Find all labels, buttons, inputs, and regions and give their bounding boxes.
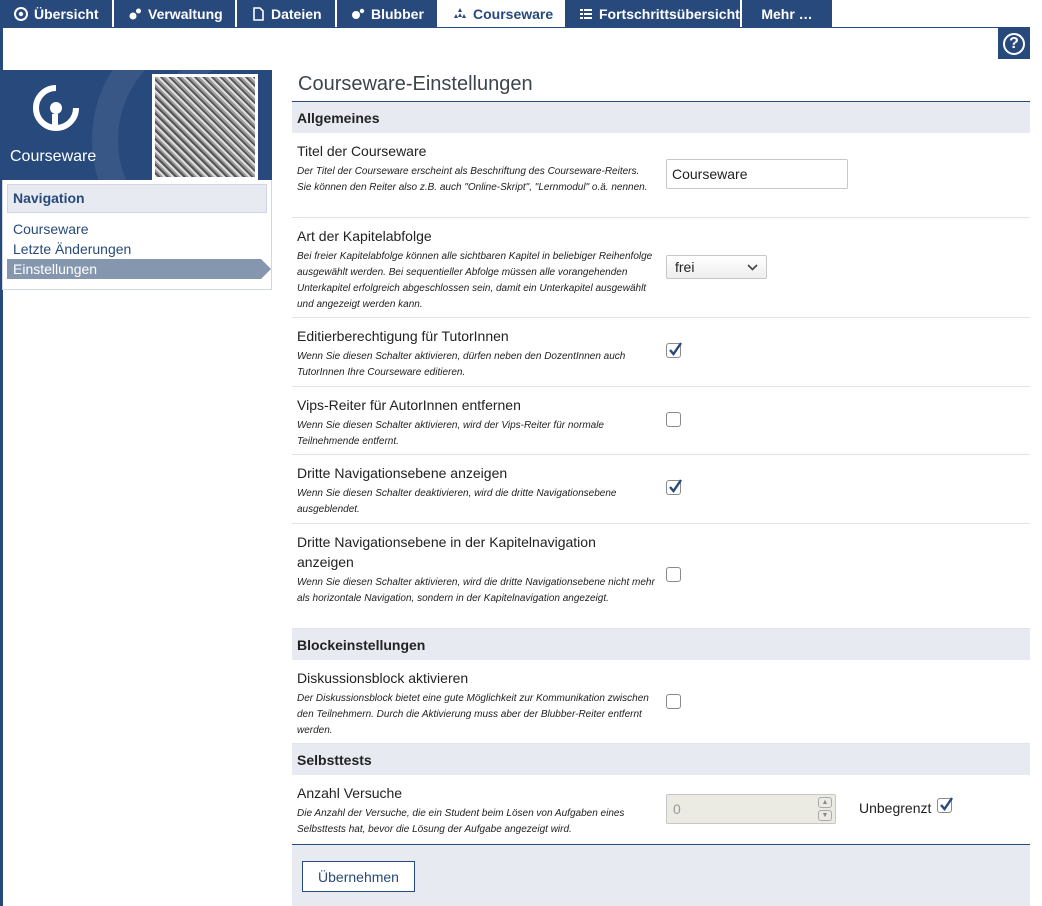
number-spinner[interactable]: ▲ ▼: [818, 797, 832, 821]
setting-description: Wenn Sie diesen Schalter deaktivieren, w…: [297, 488, 617, 515]
courseware-icon: [14, 6, 28, 21]
setting-row-tutor-edit: Editierberechtigung für TutorInnen Wenn …: [292, 318, 1030, 387]
navigation-title: Navigation: [7, 184, 267, 213]
setting-row-attempts: Anzahl Versuche Die Anzahl der Versuche,…: [292, 775, 1030, 844]
tab-courseware[interactable]: Courseware: [439, 0, 565, 27]
unlimited-label: Unbegrenzt: [859, 800, 932, 816]
setting-row-vips: Vips-Reiter für AutorInnen entfernen Wen…: [292, 387, 1030, 455]
main-content: Courseware-Einstellungen Allgemeines Tit…: [292, 70, 1030, 906]
page-title: Courseware-Einstellungen: [292, 70, 1030, 102]
form-footer: Übernehmen: [292, 844, 1030, 906]
sidebar-header: Courseware: [2, 70, 272, 180]
tab-underline: [0, 27, 1030, 28]
courseware-logo-icon: [33, 85, 79, 131]
courseware-tab-icon: [453, 7, 467, 21]
spin-up-icon[interactable]: ▲: [818, 797, 832, 808]
vips-checkbox[interactable]: [666, 412, 681, 427]
setting-label: Vips-Reiter für AutorInnen entfernen: [297, 397, 521, 413]
spin-down-icon[interactable]: ▼: [818, 810, 832, 821]
setting-description: Der Diskussionsblock bietet eine gute Mö…: [297, 693, 649, 736]
setting-label: Dritte Navigationsebene in der Kapitelna…: [297, 534, 596, 570]
input-value: 0: [673, 801, 681, 817]
setting-label: Titel der Courseware: [297, 143, 427, 159]
sidebar-title: Courseware: [10, 148, 97, 165]
third-nav-chapter-checkbox[interactable]: [666, 567, 681, 582]
third-nav-checkbox[interactable]: [666, 479, 682, 495]
navigation-box: Navigation Courseware Letzte Änderungen …: [2, 180, 272, 290]
tab-label: Verwaltung: [148, 5, 223, 22]
courseware-title-input[interactable]: Courseware: [666, 159, 848, 189]
tab-label: Dateien: [271, 5, 322, 22]
tab-fortschritt[interactable]: Fortschrittsübersicht: [565, 0, 742, 27]
setting-row-third-nav: Dritte Navigationsebene anzeigen Wenn Si…: [292, 455, 1030, 524]
setting-row-sequence: Art der Kapitelabfolge Bei freier Kapite…: [292, 218, 1030, 318]
blubber-icon: [351, 7, 365, 21]
discussion-checkbox[interactable]: [666, 694, 681, 709]
setting-label: Editierberechtigung für TutorInnen: [297, 328, 509, 344]
setting-description: Wenn Sie diesen Schalter aktivieren, wir…: [297, 577, 655, 604]
nav-item-letzte-aenderungen[interactable]: Letzte Änderungen: [7, 239, 267, 259]
setting-row-third-nav-chapter: Dritte Navigationsebene in der Kapitelna…: [292, 524, 1030, 629]
setting-description: Wenn Sie diesen Schalter aktivieren, dür…: [297, 351, 626, 378]
help-button[interactable]: ?: [998, 28, 1030, 59]
setting-description: Die Anzahl der Versuche, die ein Student…: [297, 808, 625, 835]
nav-item-einstellungen[interactable]: Einstellungen: [7, 259, 271, 279]
setting-description: Der Titel der Courseware erscheint als B…: [297, 166, 648, 193]
admin-icon: [128, 7, 142, 21]
unlimited-option: Unbegrenzt: [859, 796, 954, 816]
checkmark-icon: [669, 342, 682, 356]
files-icon: [251, 6, 265, 21]
tab-label: Fortschrittsübersicht: [599, 5, 740, 22]
tutor-edit-checkbox[interactable]: [666, 342, 682, 358]
tab-label: Übersicht: [34, 5, 99, 22]
navigation-list: Courseware Letzte Änderungen Einstellung…: [7, 219, 271, 279]
chevron-down-icon: [747, 263, 758, 271]
sequence-select[interactable]: frei: [666, 255, 767, 279]
setting-description: Wenn Sie diesen Schalter aktivieren, wir…: [297, 420, 604, 447]
checkmark-icon: [669, 479, 682, 493]
tab-dateien[interactable]: Dateien: [237, 0, 337, 27]
section-selbsttests: Selbsttests: [292, 744, 1030, 775]
setting-row-title: Titel der Courseware Der Titel der Cours…: [292, 133, 1030, 218]
setting-label: Dritte Navigationsebene anzeigen: [297, 465, 508, 481]
setting-label: Anzahl Versuche: [297, 785, 403, 801]
nav-item-courseware[interactable]: Courseware: [7, 219, 267, 239]
tab-blubber[interactable]: Blubber: [337, 0, 439, 27]
help-icon: ?: [1003, 32, 1025, 55]
tab-verwaltung[interactable]: Verwaltung: [114, 0, 237, 27]
setting-label: Diskussionsblock aktivieren: [297, 670, 469, 686]
course-image: [152, 74, 258, 180]
progress-icon: [579, 7, 593, 21]
setting-label: Art der Kapitelabfolge: [297, 228, 432, 244]
tab-label: Blubber: [371, 5, 424, 22]
unlimited-checkbox[interactable]: [937, 796, 954, 813]
checkmark-icon: [940, 796, 954, 811]
attempts-number-input[interactable]: 0 ▲ ▼: [666, 794, 836, 824]
setting-row-discussion: Diskussionsblock aktivieren Der Diskussi…: [292, 660, 1030, 744]
tab-uebersicht[interactable]: Übersicht: [0, 0, 114, 27]
setting-description: Bei freier Kapitelabfolge können alle si…: [297, 251, 653, 310]
tab-bar: Übersicht Verwaltung Dateien Blubber Cou…: [0, 0, 1042, 28]
tab-label: Courseware: [473, 5, 554, 22]
tab-label: Mehr …: [761, 5, 813, 22]
section-blockeinstellungen: Blockeinstellungen: [292, 629, 1030, 660]
tab-mehr[interactable]: Mehr …: [742, 0, 834, 27]
section-allgemeines: Allgemeines: [292, 102, 1030, 133]
submit-button[interactable]: Übernehmen: [302, 861, 415, 892]
sidebar: Courseware Navigation Courseware Letzte …: [2, 70, 272, 290]
select-value: frei: [675, 259, 695, 275]
